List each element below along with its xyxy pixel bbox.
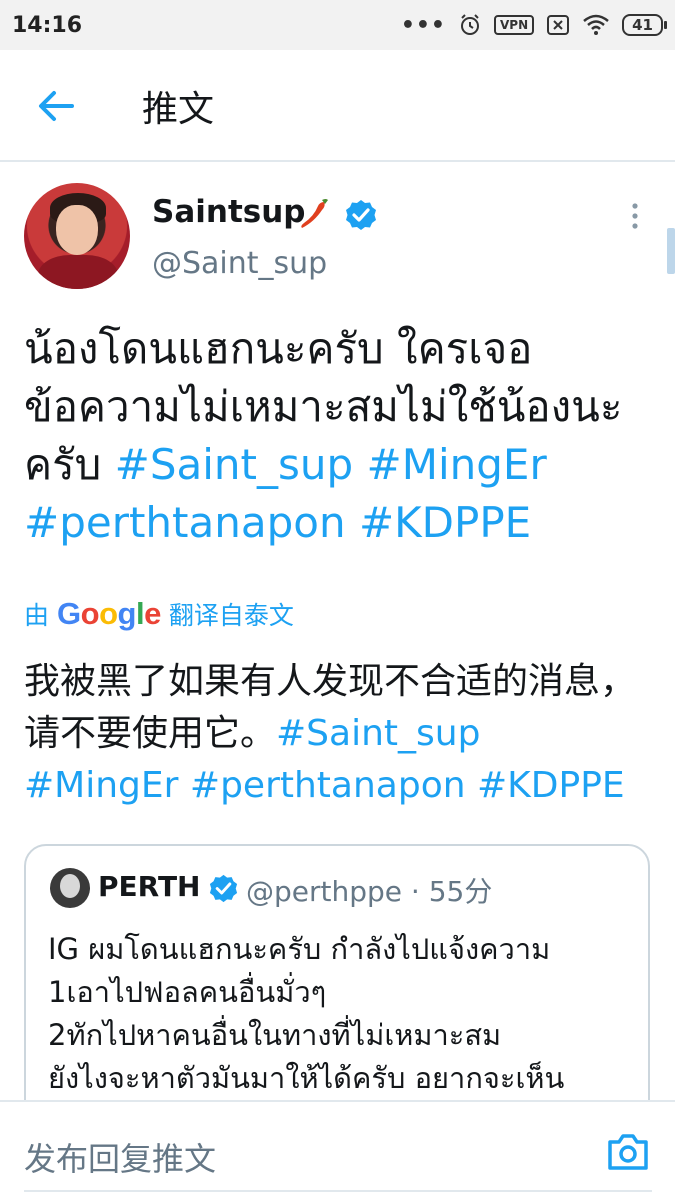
quoted-avatar-face	[60, 874, 80, 898]
avatar-face	[56, 205, 98, 255]
hashtag-link[interactable]: #KDPPE	[477, 765, 625, 806]
camera-icon[interactable]	[606, 1132, 650, 1172]
battery-icon: 41	[622, 14, 667, 36]
quoted-text-line: ยังไงจะหาตัวมันมาให้ได้ครับ อยากจะเห็น	[48, 1061, 565, 1095]
alarm-icon	[461, 14, 479, 35]
quoted-tweet-card[interactable]: PERTH @perthppe · 55分 IG ผมโดนแฮกนะครับ …	[24, 844, 650, 1144]
translated-prefix: 由	[24, 601, 50, 630]
chili-pepper-icon	[301, 199, 328, 228]
verified-badge-icon	[209, 874, 238, 903]
reply-bar: 发布回复推文	[0, 1100, 675, 1202]
page-title: 推文	[142, 89, 215, 130]
hashtag-link[interactable]: #MingEr	[367, 440, 547, 489]
quoted-text-line: 2ทักไปหาคนอื่นในทางที่ไม่เหมาะสม	[48, 1018, 502, 1052]
more-vertical-icon[interactable]	[628, 202, 642, 230]
scrollbar[interactable]	[667, 228, 675, 274]
google-logo: Google	[57, 596, 161, 631]
hashtag-link[interactable]: #perthtanapon	[24, 498, 346, 547]
status-time: 14:16	[12, 12, 83, 38]
no-sim-icon	[547, 15, 570, 35]
reply-input-underline	[24, 1190, 652, 1192]
hashtag-link[interactable]: #KDPPE	[359, 498, 531, 547]
hashtag-link[interactable]: #perthtanapon	[190, 765, 466, 806]
hashtag-link[interactable]: #MingEr	[24, 765, 178, 806]
wifi-icon	[583, 14, 609, 35]
quoted-avatar	[50, 868, 90, 908]
quoted-text-line: 1เอาไปฟอลคนอื่นมั่วๆ	[48, 975, 327, 1009]
translated-suffix: 翻译自泰文	[168, 601, 294, 630]
top-app-bar: 推文	[0, 50, 675, 162]
translation-attribution: 由 Google 翻译自泰文	[24, 596, 294, 632]
arrow-left-icon[interactable]	[36, 88, 76, 124]
hashtag-link[interactable]: #Saint_sup	[276, 713, 480, 754]
vpn-icon: VPN	[494, 15, 535, 35]
quoted-tweet-text: IG ผมโดนแฮกนะครับ กำลังไปแจ้งความ 1เอาไป…	[48, 928, 648, 1100]
tweet-text: น้องโดนแฮกนะครับ ใครเจอข้อความไม่เหมาะสม…	[24, 320, 634, 552]
more-notifications-icon: •••	[400, 12, 446, 38]
avatar[interactable]	[24, 183, 130, 289]
reply-input[interactable]: 发布回复推文	[24, 1134, 216, 1180]
translated-text: 我被黑了如果有人发现不合适的消息，请不要使用它。#Saint_sup #Ming…	[24, 656, 644, 812]
author-name[interactable]: Saintsup	[152, 194, 305, 230]
quoted-text-line: IG ผมโดนแฮกนะครับ กำลังไปแจ้งความ	[48, 932, 551, 966]
avatar-body	[38, 255, 118, 289]
status-icons: ••• VPN 41	[400, 12, 667, 38]
author-handle[interactable]: @Saint_sup	[152, 246, 327, 281]
quoted-author-name: PERTH	[98, 870, 201, 903]
status-bar: 14:16 ••• VPN 41	[0, 0, 675, 50]
hashtag-link[interactable]: #Saint_sup	[115, 440, 354, 489]
verified-badge-icon	[346, 200, 376, 230]
quoted-handle-time: @perthppe · 55分	[246, 875, 493, 908]
